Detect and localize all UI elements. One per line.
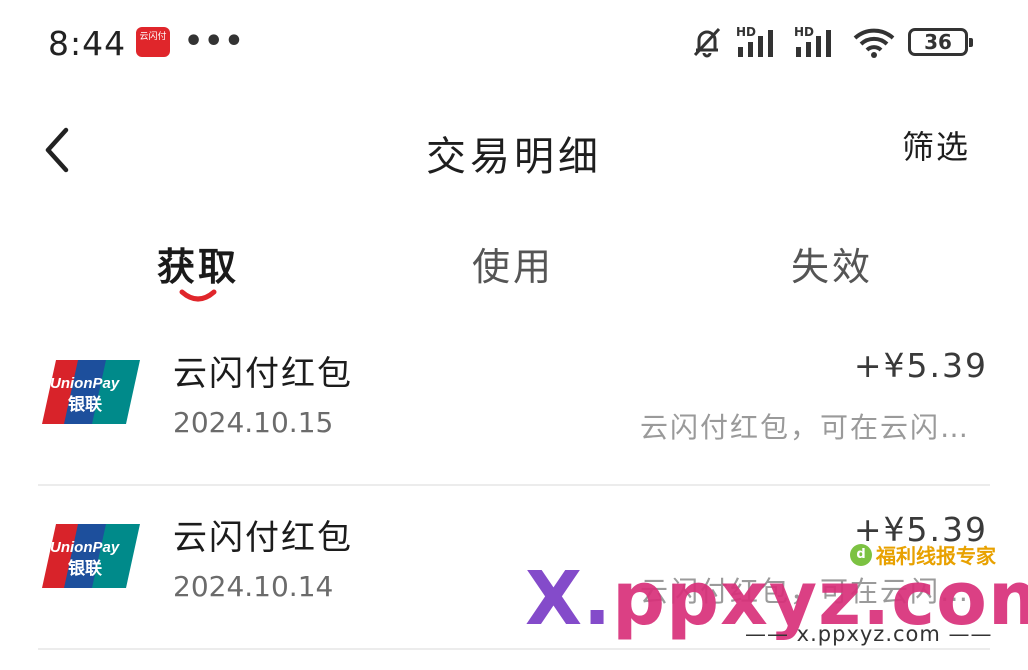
wifi-icon (853, 28, 895, 58)
unionpay-logo-text: UnionPay (50, 539, 120, 556)
hd-signal-icon: HD (794, 25, 840, 59)
transaction-description: 云闪付红包，可在云闪… (639, 411, 970, 444)
hd-signal-icon: HD (736, 25, 782, 59)
unionpay-app-icon: 云闪付 (136, 27, 170, 57)
unionpay-logo-cn: 银联 (68, 394, 102, 415)
status-bar: 8:44 云闪付 ••• HD HD 36 (0, 0, 1028, 84)
active-tab-indicator (179, 289, 217, 302)
watermark-url: —— x.ppxyz.com —— (745, 622, 993, 646)
navigation-bar: 交易明细 筛选 (0, 100, 1028, 200)
transaction-date: 2024.10.15 (173, 406, 334, 439)
watermark-brand-part1: X. (525, 556, 613, 642)
unionpay-logo-icon: UnionPay 银联 (42, 360, 140, 424)
transaction-title: 云闪付红包 (173, 354, 353, 394)
transaction-item[interactable]: UnionPay 银联 云闪付红包 2024.10.15 +¥5.39 云闪付红… (0, 322, 1028, 486)
transaction-amount: +¥5.39 (853, 346, 988, 385)
divider (38, 648, 990, 650)
bell-muted-icon (693, 27, 721, 58)
more-notifications-icon: ••• (184, 24, 245, 59)
unionpay-logo-icon: UnionPay 银联 (42, 524, 140, 588)
status-time: 8:44 (48, 24, 127, 63)
filter-button[interactable]: 筛选 (902, 122, 970, 168)
tab-use[interactable]: 使用 (433, 236, 593, 291)
tab-bar: 获取 使用 失效 (0, 236, 1028, 316)
transaction-title: 云闪付红包 (173, 518, 353, 558)
page-title: 交易明细 (426, 134, 602, 180)
tab-expired[interactable]: 失效 (752, 236, 912, 291)
battery-icon: 36 (908, 28, 973, 56)
transaction-date: 2024.10.14 (173, 570, 334, 603)
tab-obtain[interactable]: 获取 (118, 236, 278, 291)
unionpay-logo-text: UnionPay (50, 375, 120, 392)
status-icons: HD HD 36 (690, 22, 973, 62)
unionpay-logo-cn: 银联 (68, 558, 102, 579)
